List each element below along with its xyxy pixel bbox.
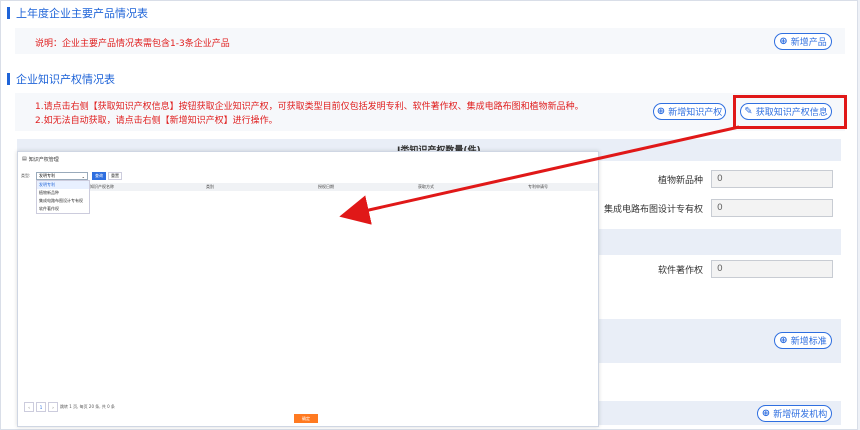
- annotation-arrow: [339, 125, 740, 225]
- page: 上年度企业主要产品情况表 说明：企业主要产品情况表需包含1-3条企业产品 ⊕ 新增…: [0, 0, 858, 430]
